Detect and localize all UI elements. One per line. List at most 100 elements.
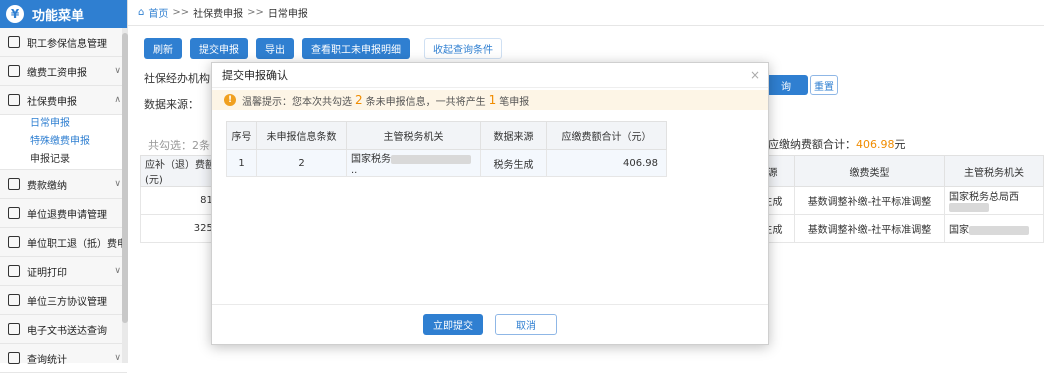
list-icon bbox=[8, 236, 20, 248]
print-icon bbox=[8, 265, 20, 277]
office-text: 国家税务总局西 bbox=[949, 191, 1019, 203]
printer-icon bbox=[8, 323, 20, 335]
sidebar-title: 功能菜单 bbox=[32, 8, 85, 24]
sidebar-item-label: 社保费申报 bbox=[27, 96, 77, 108]
chevron-down-icon: ∨ bbox=[114, 353, 121, 363]
sidebar-item-documents[interactable]: 电子文书送达查询 bbox=[0, 315, 127, 344]
cell-type: 基数调整补缴-社平标准调整 bbox=[794, 186, 945, 215]
chevron-up-icon: ∧ bbox=[114, 95, 121, 105]
dialog-title: 提交申报确认 bbox=[222, 69, 288, 82]
home-icon: ⌂ bbox=[138, 7, 145, 18]
warning-tip: ! 温馨提示：您本次共勾选 2 条未申报信息，一共将产生 1 笔申报 bbox=[212, 90, 768, 110]
breadcrumb-level2[interactable]: 社保费申报 bbox=[193, 5, 243, 20]
sidebar-item-refund[interactable]: 单位退费申请管理 bbox=[0, 199, 127, 228]
cell-amount: 325. bbox=[140, 214, 221, 243]
sidebar-item-certificate[interactable]: 证明打印 ∨ bbox=[0, 257, 127, 286]
col-count: 未申报信息条数 bbox=[256, 121, 347, 150]
view-undeclared-details-button[interactable]: 查看职工未申报明细 bbox=[302, 38, 410, 59]
sidebar-item-agreement[interactable]: 单位三方协议管理 bbox=[0, 286, 127, 315]
cell-office: 国家税务.. bbox=[346, 149, 481, 177]
toolbar: 刷新 提交申报 导出 查看职工未申报明细 收起查询条件 bbox=[144, 38, 502, 59]
currency-unit: 元 bbox=[894, 138, 906, 151]
yuan-logo-icon: ¥ bbox=[6, 5, 24, 23]
col-total: 应缴费额合计（元） bbox=[546, 121, 667, 150]
tip-text: 条未申报信息，一共将产生 bbox=[365, 96, 486, 108]
cell-type: 基数调整补缴-社平标准调整 bbox=[794, 214, 945, 243]
redacted-text bbox=[391, 154, 471, 164]
breadcrumb-separator: >> bbox=[172, 7, 190, 18]
sidebar-subitem-special[interactable]: 特殊缴费申报 bbox=[0, 133, 127, 151]
cell-office: 国家 bbox=[944, 214, 1044, 243]
sidebar-item-label: 查询统计 bbox=[27, 354, 67, 366]
office-text: 国家 bbox=[949, 225, 969, 236]
office-ellipsis: .. bbox=[351, 165, 358, 176]
total-summary: 应缴纳费额合计：406.98元 bbox=[768, 136, 906, 152]
list-icon bbox=[8, 94, 20, 106]
redacted-text bbox=[969, 225, 1029, 235]
sidebar-item-label: 单位三方协议管理 bbox=[27, 296, 107, 308]
col-amount: 应补（退）费额(元) bbox=[140, 155, 221, 187]
collapse-filter-button[interactable]: 收起查询条件 bbox=[424, 38, 502, 59]
col-index: 序号 bbox=[226, 121, 257, 150]
redacted-text bbox=[949, 203, 989, 212]
confirm-table: 序号 未申报信息条数 主管税务机关 数据来源 应缴费额合计（元） 1 2 国家税… bbox=[226, 121, 667, 177]
reset-button[interactable]: 重置 bbox=[810, 75, 838, 95]
sidebar-item-label: 职工参保信息管理 bbox=[27, 38, 107, 50]
cell-source: 税务生成 bbox=[480, 149, 547, 177]
sidebar-subitem-records[interactable]: 申报记录 bbox=[0, 151, 127, 169]
dialog-footer: 立即提交 取消 bbox=[212, 304, 768, 344]
edit-icon bbox=[8, 65, 20, 77]
chevron-down-icon: ∨ bbox=[114, 179, 121, 189]
sidebar-item-statistics[interactable]: 查询统计 ∨ bbox=[0, 344, 127, 373]
dialog-title-bar: 提交申报确认 × bbox=[212, 63, 768, 88]
agency-label: 社保经办机构 bbox=[144, 72, 210, 85]
sidebar-item-payment[interactable]: 费款缴纳 ∨ bbox=[0, 170, 127, 199]
sidebar-item-employee-info[interactable]: 职工参保信息管理 bbox=[0, 28, 127, 57]
filter-panel: 社保经办机构 数据来源： bbox=[144, 70, 210, 122]
cell-index: 1 bbox=[226, 149, 257, 177]
chevron-down-icon: ∨ bbox=[114, 266, 121, 276]
cell-count: 2 bbox=[256, 149, 347, 177]
sidebar-subitem-daily[interactable]: 日常申报 bbox=[0, 115, 127, 133]
total-value: 406.98 bbox=[856, 138, 895, 151]
chart-icon bbox=[8, 352, 20, 364]
query-button[interactable]: 询 bbox=[764, 75, 808, 95]
col-source: 数据来源 bbox=[480, 121, 547, 150]
list-icon bbox=[8, 36, 20, 48]
sidebar-item-label: 单位职工退（抵）费申请管 bbox=[27, 238, 127, 250]
sidebar-item-label: 电子文书送达查询 bbox=[27, 325, 107, 337]
tip-result: 1 bbox=[488, 93, 497, 107]
tip-text: 温馨提示：您本次共勾选 bbox=[242, 96, 352, 108]
sidebar-item-label: 缴费工资申报 bbox=[27, 67, 87, 79]
table-row[interactable]: 1 2 国家税务.. 税务生成 406.98 bbox=[226, 149, 667, 177]
cancel-button[interactable]: 取消 bbox=[495, 314, 557, 335]
sidebar-item-employee-refund[interactable]: 单位职工退（抵）费申请管 bbox=[0, 228, 127, 257]
cell-amount: 81. bbox=[140, 186, 221, 215]
export-button[interactable]: 导出 bbox=[256, 38, 294, 59]
col-office: 主管税务机关 bbox=[346, 121, 481, 150]
close-icon[interactable]: × bbox=[750, 63, 760, 88]
sidebar-item-wage-declaration[interactable]: 缴费工资申报 ∨ bbox=[0, 57, 127, 86]
tip-text: 笔申报 bbox=[499, 96, 530, 108]
source-label: 数据来源： bbox=[144, 98, 199, 111]
breadcrumb: ⌂ 首页 >> 社保费申报 >> 日常申报 bbox=[128, 0, 1044, 26]
bookmark-icon bbox=[8, 178, 20, 190]
cell-office: 国家税务总局西 bbox=[944, 186, 1044, 215]
selected-count: 共勾选：2条 bbox=[148, 139, 210, 152]
submit-confirm-dialog: 提交申报确认 × ! 温馨提示：您本次共勾选 2 条未申报信息，一共将产生 1 … bbox=[211, 62, 769, 345]
warning-icon: ! bbox=[224, 94, 236, 106]
sidebar-item-label: 证明打印 bbox=[27, 267, 67, 279]
sidebar-item-label: 费款缴纳 bbox=[27, 180, 67, 192]
breadcrumb-home[interactable]: 首页 bbox=[148, 5, 168, 20]
sidebar-submenu: 日常申报 特殊缴费申报 申报记录 bbox=[0, 115, 127, 170]
sidebar-item-social-security[interactable]: 社保费申报 ∧ bbox=[0, 86, 127, 115]
cell-total: 406.98 bbox=[546, 149, 667, 177]
confirm-submit-button[interactable]: 立即提交 bbox=[423, 314, 483, 335]
sidebar-header: ¥ 功能菜单 bbox=[0, 0, 127, 28]
refresh-button[interactable]: 刷新 bbox=[144, 38, 182, 59]
sidebar: ¥ 功能菜单 职工参保信息管理 缴费工资申报 ∨ 社保费申报 ∧ 日常申报 特殊… bbox=[0, 0, 128, 373]
breadcrumb-separator: >> bbox=[247, 7, 264, 18]
office-text: 国家税务 bbox=[351, 154, 391, 165]
submit-declaration-button[interactable]: 提交申报 bbox=[190, 38, 248, 59]
total-label: 应缴纳费额合计： bbox=[768, 138, 856, 151]
